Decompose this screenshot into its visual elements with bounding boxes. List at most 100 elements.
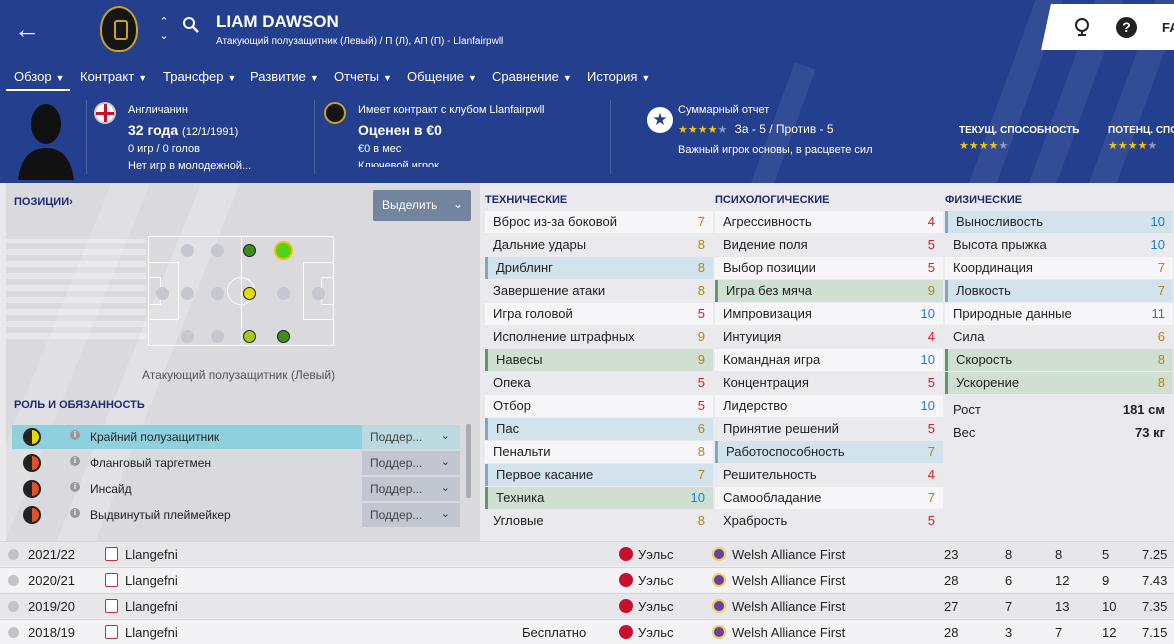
chevron-down-icon: ▼ [227, 73, 237, 83]
chevron-down-icon: ⌄ [440, 482, 450, 494]
menu-item-history[interactable]: История ▼ [587, 69, 650, 93]
attribute-row[interactable]: Работоспособность 7 [715, 441, 943, 463]
stat-assists: 8 [1055, 547, 1063, 562]
stat-apps: 27 [944, 599, 959, 614]
attribute-value: 8 [697, 283, 705, 298]
attribute-row[interactable]: Техника 10 [485, 487, 713, 509]
menu-item-label: Трансфер [163, 69, 224, 84]
duty-select[interactable]: Поддер... ⌄ [362, 503, 460, 527]
search-icon[interactable] [182, 16, 200, 34]
attribute-row[interactable]: Скорость 8 [945, 349, 1173, 371]
attribute-row[interactable]: Угловые 8 [485, 510, 713, 532]
history-row[interactable]: 2018/19 Llangefni Бесплатно Уэльс Welsh Alli… [0, 619, 1174, 644]
attribute-row[interactable]: Импровизация 10 [715, 303, 943, 325]
stat-rating: 7.43 [1142, 573, 1168, 588]
role-row[interactable]: i Инсайд Поддер... ⌄ [12, 477, 460, 501]
info-icon[interactable]: i [70, 482, 80, 492]
flag-wales-icon [619, 599, 633, 613]
menu-item-contract[interactable]: Контракт ▼ [80, 69, 147, 93]
duty-select[interactable]: Поддер... ⌄ [362, 477, 460, 501]
chevron-down-icon[interactable]: ⌄ [158, 29, 170, 43]
attribute-name: Пас [496, 421, 520, 436]
attribute-value: 10 [690, 490, 705, 505]
attribute-row[interactable]: Природные данные 11 [945, 303, 1173, 325]
attribute-row[interactable]: Пенальти 8 [485, 441, 713, 463]
attribute-row[interactable]: Игра головой 5 [485, 303, 713, 325]
attribute-row[interactable]: Вброс из-за боковой 7 [485, 211, 713, 233]
role-row[interactable]: i Крайний полузащитник Поддер... ⌄ [12, 425, 460, 449]
history-row[interactable]: 2021/22 Llangefni Уэльс Welsh Alliance Firs… [0, 541, 1174, 566]
attribute-name: Природные данные [953, 306, 1072, 321]
attribute-row[interactable]: Агрессивность 4 [715, 211, 943, 233]
top-right-label[interactable]: FA [1162, 20, 1174, 35]
menu-item-reports[interactable]: Отчеты ▼ [334, 69, 392, 93]
attribute-row[interactable]: Высота прыжка 10 [945, 234, 1173, 256]
attribute-row[interactable]: Выносливость 10 [945, 211, 1173, 233]
stat-assists: 13 [1055, 599, 1070, 614]
highlight-select[interactable]: Выделить ⌄ [373, 190, 471, 221]
duty-label: Поддер... [370, 482, 423, 496]
menu-item-development[interactable]: Развитие ▼ [250, 69, 319, 93]
club-badge-icon [105, 547, 118, 561]
club-name: Llangefni [125, 547, 178, 562]
pitch-position-dot [277, 330, 290, 343]
attribute-row[interactable]: Завершение атаки 8 [485, 280, 713, 302]
attribute-row[interactable]: Принятие решений 5 [715, 418, 943, 440]
history-row[interactable]: 2019/20 Llangefni Уэльс Welsh Alliance Firs… [0, 593, 1174, 618]
age-line: 32 года (12/1/1991) [128, 122, 251, 138]
club-crest-icon[interactable] [100, 6, 138, 52]
chevron-up-icon[interactable]: ⌃ [158, 15, 170, 29]
attribute-row[interactable]: Ускорение 8 [945, 372, 1173, 394]
roles-scrollbar[interactable] [466, 424, 471, 498]
attribute-row[interactable]: Игра без мяча 9 [715, 280, 943, 302]
stat-goals: 6 [1005, 573, 1013, 588]
attribute-name: Ускорение [956, 375, 1020, 390]
attribute-row[interactable]: Первое касание 7 [485, 464, 713, 486]
attribute-row[interactable]: Дриблинг 8 [485, 257, 713, 279]
chevron-down-icon: ⌄ [440, 456, 450, 468]
report-summary: ★★★★★ За - 5 / Против - 5 [678, 122, 873, 136]
attribute-value: 7 [1157, 260, 1165, 275]
attribute-row[interactable]: Навесы 9 [485, 349, 713, 371]
duty-select[interactable]: Поддер... ⌄ [362, 425, 460, 449]
attribute-row[interactable]: Координация 7 [945, 257, 1173, 279]
attribute-row[interactable]: Концентрация 5 [715, 372, 943, 394]
attribute-row[interactable]: Исполнение штрафных 9 [485, 326, 713, 348]
info-icon[interactable]: i [70, 456, 80, 466]
duty-select[interactable]: Поддер... ⌄ [362, 451, 460, 475]
attribute-row[interactable]: Отбор 5 [485, 395, 713, 417]
help-icon[interactable]: ? [1116, 17, 1137, 38]
top-right-panel [1041, 4, 1174, 50]
attribute-row[interactable]: Сила 6 [945, 326, 1173, 348]
info-icon[interactable]: i [70, 430, 80, 440]
menu-item-compare[interactable]: Сравнение ▼ [492, 69, 572, 93]
role-row[interactable]: i Выдвинутый плеймейкер Поддер... ⌄ [12, 503, 460, 527]
attribute-row[interactable]: Видение поля 5 [715, 234, 943, 256]
stat-pom: 12 [1102, 625, 1117, 640]
attribute-row[interactable]: Командная игра 10 [715, 349, 943, 371]
player-avatar [18, 104, 74, 180]
attribute-row[interactable]: Интуиция 4 [715, 326, 943, 348]
attribute-row[interactable]: Выбор позиции 5 [715, 257, 943, 279]
role-row[interactable]: i Фланговый таргетмен Поддер... ⌄ [12, 451, 460, 475]
positions-title[interactable]: ПОЗИЦИИ› [14, 196, 73, 208]
player-nav-arrows[interactable]: ⌃ ⌄ [158, 15, 170, 43]
menu-item-interaction[interactable]: Общение ▼ [407, 69, 477, 93]
attribute-value: 5 [927, 513, 935, 528]
attribute-row[interactable]: Лидерство 10 [715, 395, 943, 417]
position-caption: Атакующий полузащитник (Левый) [142, 368, 336, 382]
menu-item-transfer[interactable]: Трансфер ▼ [163, 69, 236, 93]
info-icon[interactable]: i [70, 508, 80, 518]
attribute-row[interactable]: Решительность 4 [715, 464, 943, 486]
back-arrow-icon[interactable]: ← [14, 14, 40, 45]
attribute-row[interactable]: Пас 6 [485, 418, 713, 440]
attribute-row[interactable]: Опека 5 [485, 372, 713, 394]
attribute-row[interactable]: Дальние удары 8 [485, 234, 713, 256]
globe-icon[interactable] [1072, 16, 1092, 36]
attribute-row[interactable]: Ловкость 7 [945, 280, 1173, 302]
attribute-row[interactable]: Храбрость 5 [715, 510, 943, 532]
history-row[interactable]: 2020/21 Llangefni Уэльс Welsh Alliance Firs… [0, 567, 1174, 592]
flag-wales-icon [619, 547, 633, 561]
pitch-position-dot [277, 287, 290, 300]
attribute-row[interactable]: Самообладание 7 [715, 487, 943, 509]
